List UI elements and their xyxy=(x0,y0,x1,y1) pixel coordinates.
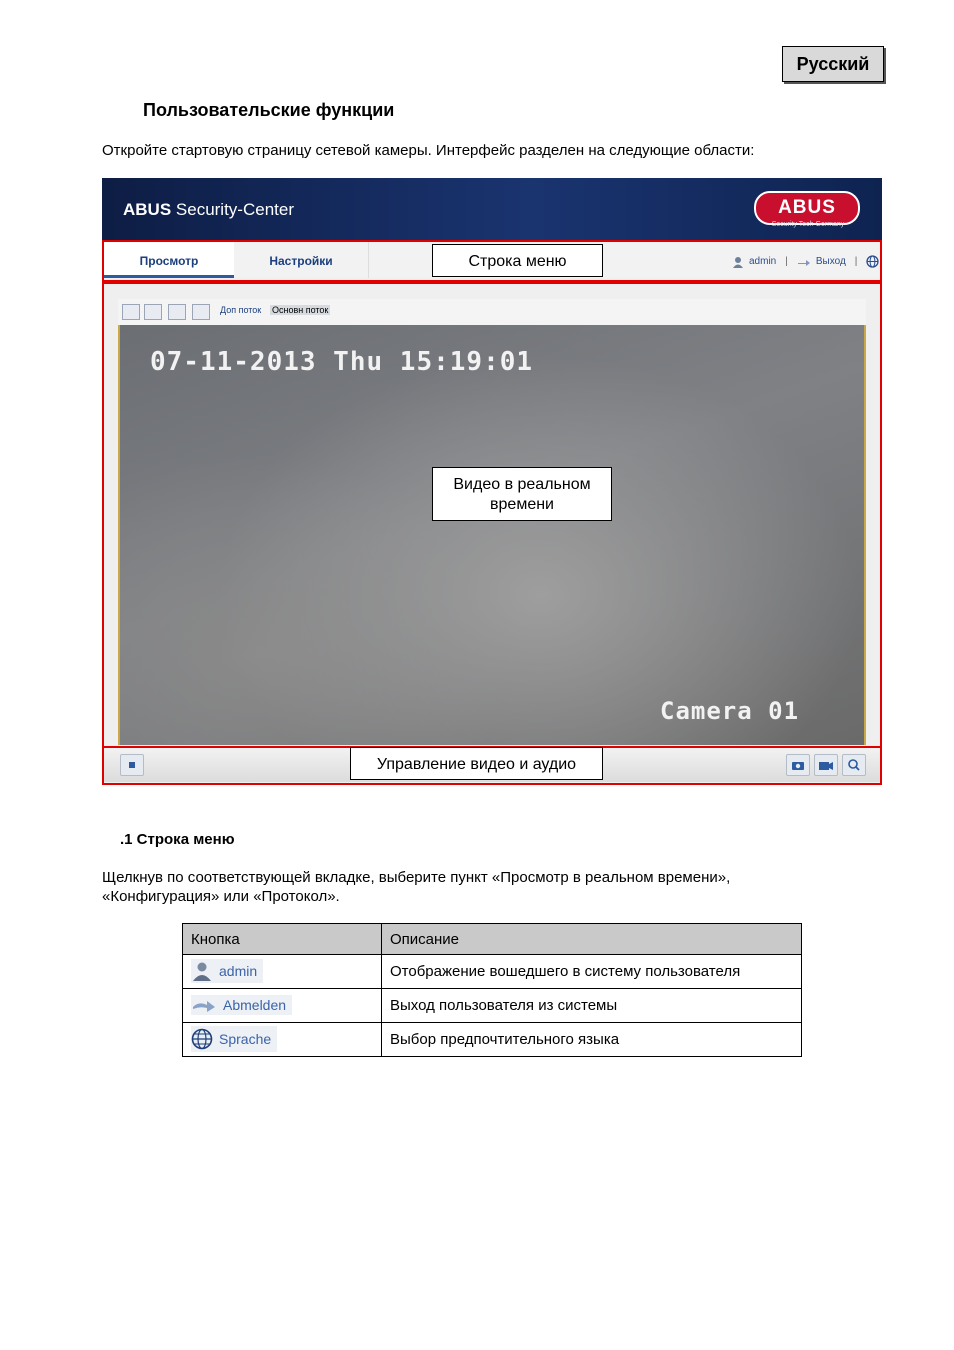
language-button-sample: Sprache xyxy=(191,1025,278,1052)
page-heading: Пользовательские функции xyxy=(143,100,395,120)
section-heading: .1 Строка меню xyxy=(120,831,235,848)
section-paragraph: Щелкнув по соответствующей вкладке, выбе… xyxy=(102,869,731,905)
table-row: Sprache Выбор предпочтительного языка xyxy=(182,1022,802,1057)
table-header-row: Кнопка Описание xyxy=(182,923,802,955)
abus-logo: ABUS xyxy=(754,191,860,225)
abus-logo-tagline: Security Tech Germany xyxy=(771,221,845,228)
app-header: ABUS Security-Center ABUS Security Tech … xyxy=(102,178,882,240)
menu-buttons-table: Кнопка Описание admin Отображение вошедш… xyxy=(182,923,802,1057)
admin-button-sample: admin xyxy=(191,958,264,983)
table-cell-description: Выход пользователя из системы xyxy=(381,988,802,1023)
logout-button-sample: Abmelden xyxy=(191,994,293,1015)
logout-icon xyxy=(193,1000,215,1012)
table-cell-description: Отображение вошедшего в систему пользова… xyxy=(381,954,802,989)
intro-text: Откройте стартовую страницу сетевой каме… xyxy=(102,142,755,159)
globe-icon xyxy=(191,1028,213,1049)
callout-menu-bar: Строка меню xyxy=(432,244,603,277)
language-label: Русский xyxy=(782,46,884,82)
user-icon xyxy=(193,962,211,981)
table-cell-description: Выбор предпочтительного языка xyxy=(381,1022,802,1057)
table-header: Кнопка xyxy=(182,923,382,955)
table-header: Описание xyxy=(381,923,802,955)
callout-av-control: Управление видео и аудио xyxy=(350,747,603,780)
callout-live-video: Видео в реальном времени xyxy=(432,467,612,521)
table-row: admin Отображение вошедшего в систему по… xyxy=(182,954,802,989)
app-title: ABUS Security-Center xyxy=(123,200,294,219)
table-row: Abmelden Выход пользователя из системы xyxy=(182,988,802,1023)
